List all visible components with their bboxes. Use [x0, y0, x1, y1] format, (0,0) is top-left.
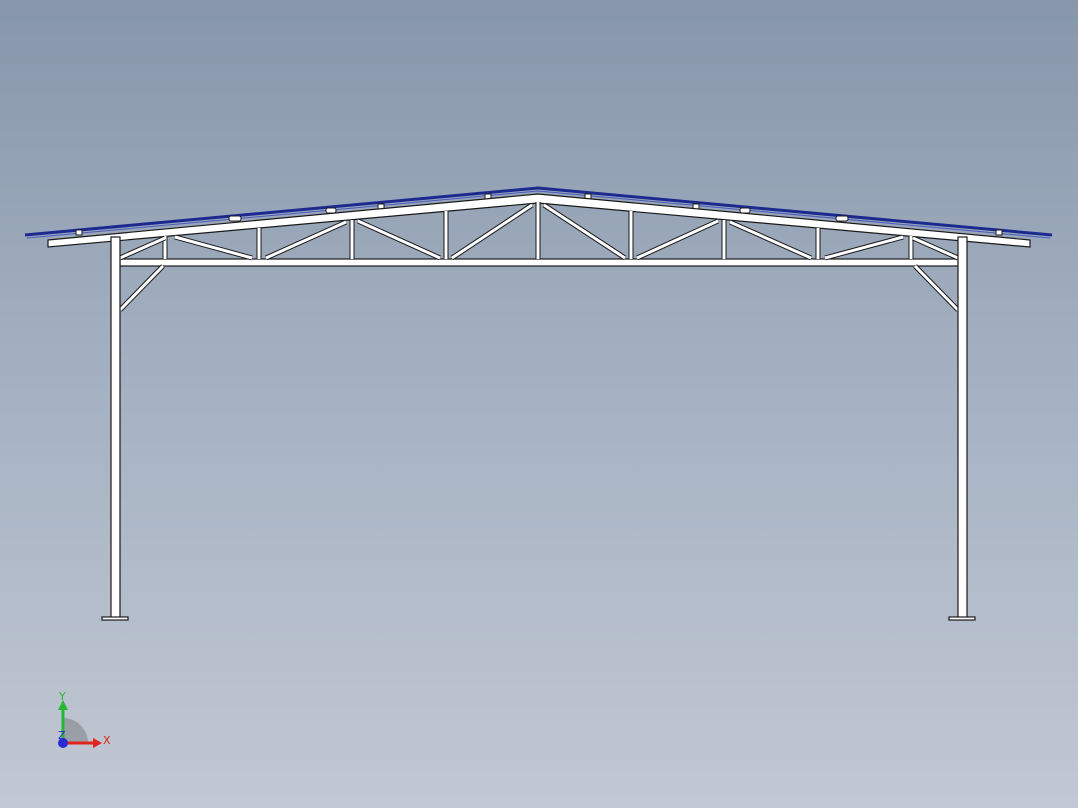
x-axis-label: X	[103, 734, 111, 747]
truss-web-members	[118, 202, 960, 261]
y-axis-label: Y	[58, 690, 66, 703]
coordinate-triad[interactable]: Y X Z	[58, 690, 111, 748]
base-plates	[101, 616, 976, 621]
left-column	[110, 236, 121, 619]
truss-bottom-chord	[119, 258, 959, 267]
z-axis-label: Z	[58, 729, 66, 742]
triad-plane-indicator	[63, 718, 88, 743]
left-base-plate	[101, 616, 129, 621]
portal-frame-drawing: Y X Z	[24, 186, 1053, 748]
right-column	[957, 236, 968, 619]
right-base-plate	[948, 616, 976, 621]
cad-viewport[interactable]: Y X Z	[0, 0, 1078, 808]
columns	[110, 236, 968, 619]
knee-braces	[118, 264, 960, 312]
